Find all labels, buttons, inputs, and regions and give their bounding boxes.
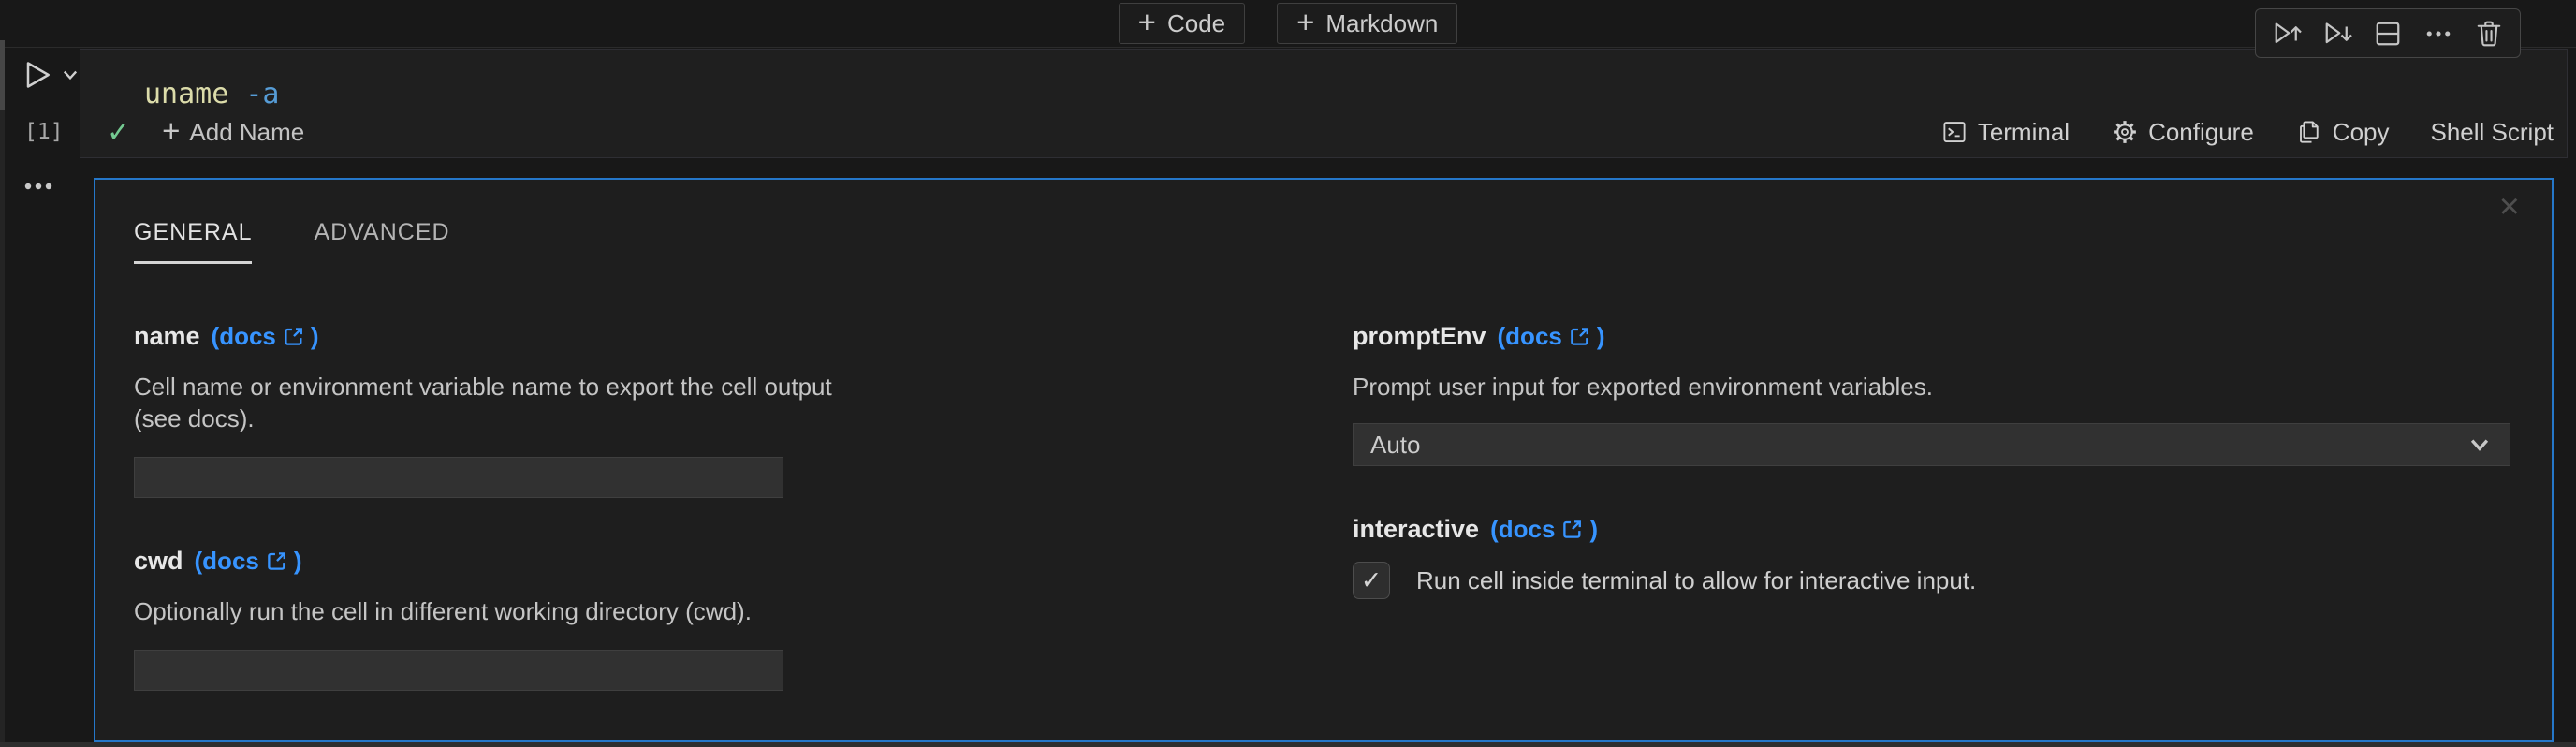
field-cwd: cwd (docs ) Optionally run the cell in d… (134, 545, 838, 691)
run-icon (19, 56, 56, 94)
interactive-checkbox-label: Run cell inside terminal to allow for in… (1416, 565, 1977, 594)
name-field-description: Cell name or environment variable name t… (134, 373, 832, 432)
name-input[interactable] (134, 457, 783, 498)
promptenv-field-label: promptEnv (1353, 321, 1486, 350)
run-cell-button[interactable] (19, 56, 80, 94)
cell-code-editor[interactable]: uname -a (144, 78, 280, 110)
execute-above-button[interactable] (2263, 13, 2310, 54)
cwd-docs-link[interactable]: (docs ) (195, 547, 302, 576)
field-interactive: interactive (docs ) ✓ Run cell inside te… (1353, 513, 2510, 599)
checkmark-icon: ✓ (1360, 565, 1383, 594)
delete-cell-button[interactable] (2466, 13, 2512, 54)
execute-below-icon (2320, 17, 2354, 51)
execute-above-icon (2270, 17, 2304, 51)
terminal-label: Terminal (1977, 117, 2071, 146)
execution-count: [1] (24, 120, 64, 144)
chevron-down-icon (60, 65, 80, 85)
promptenv-select[interactable]: Auto (1353, 423, 2510, 466)
language-label: Shell Script (2430, 117, 2554, 146)
cwd-field-label: cwd (134, 546, 183, 575)
docs-link-close: ) (293, 546, 302, 575)
panel-column-left: name (docs ) Cell name or environment va… (134, 320, 838, 738)
field-promptenv: promptEnv (docs ) Prompt user input for … (1353, 320, 2510, 466)
add-code-button[interactable]: + Code (1118, 3, 1246, 44)
external-link-icon (1560, 518, 1584, 541)
promptenv-select-value: Auto (1370, 430, 1421, 459)
trash-icon (2472, 17, 2506, 51)
name-field-label: name (134, 321, 200, 350)
chevron-down-icon (2466, 432, 2493, 458)
cell-status-actions: Terminal Configure Copy Shell Script (1940, 118, 2554, 147)
code-command: uname (144, 78, 229, 110)
plus-icon: + (1137, 4, 1156, 39)
interactive-checkbox[interactable]: ✓ (1353, 562, 1390, 599)
tab-advanced[interactable]: ADVANCED (314, 219, 449, 264)
plus-icon: + (162, 112, 181, 148)
interactive-checkbox-row: ✓ Run cell inside terminal to allow for … (1353, 562, 2510, 599)
cwd-input[interactable] (134, 650, 783, 691)
copy-label: Copy (2332, 117, 2390, 146)
docs-link-close: ) (310, 321, 319, 350)
promptenv-field-description: Prompt user input for exported environme… (1353, 373, 1933, 401)
copy-button[interactable]: Copy (2295, 118, 2390, 147)
more-actions-button[interactable] (2415, 13, 2462, 54)
split-cell-button[interactable] (2364, 13, 2411, 54)
more-actions-icon (2422, 17, 2455, 51)
code-flag: -a (228, 78, 280, 110)
configure-label: Configure (2148, 117, 2254, 146)
panel-column-right: promptEnv (docs ) Prompt user input for … (1353, 320, 2510, 646)
bottom-edge-strip (0, 742, 2576, 747)
cell-configure-panel: × GENERAL ADVANCED name (docs ) Cell nam… (94, 178, 2554, 742)
add-markdown-label: Markdown (1325, 8, 1439, 37)
below-cell-more-actions-icon[interactable] (22, 176, 54, 197)
interactive-docs-link[interactable]: (docs ) (1490, 515, 1598, 544)
terminal-icon (1940, 118, 1969, 146)
gear-icon (2111, 118, 2139, 146)
cwd-field-description: Optionally run the cell in different wor… (134, 597, 752, 625)
close-icon[interactable]: × (2499, 189, 2520, 225)
add-code-label: Code (1166, 8, 1226, 37)
notebook-cell: uname -a ✓ + Add Name Terminal Configure… (80, 49, 2568, 158)
name-docs-link[interactable]: (docs ) (212, 322, 319, 351)
field-name: name (docs ) Cell name or environment va… (134, 320, 838, 498)
docs-link-open: (docs (1490, 514, 1556, 543)
scrollbar-track[interactable] (0, 40, 5, 747)
add-markdown-button[interactable]: + Markdown (1277, 3, 1458, 44)
notebook-toolbar: + Code + Markdown (0, 0, 2576, 48)
plus-icon: + (1296, 4, 1315, 39)
scrollbar-thumb[interactable] (0, 40, 5, 110)
cell-action-toolbar (2255, 8, 2521, 58)
external-link-icon (1568, 325, 1591, 348)
external-link-icon (265, 549, 288, 573)
terminal-button[interactable]: Terminal (1940, 118, 2070, 147)
docs-link-open: (docs (1497, 321, 1562, 350)
cell-status-bar: ✓ + Add Name Terminal Configure Copy She… (80, 110, 2567, 157)
interactive-field-label: interactive (1353, 514, 1480, 543)
docs-link-close: ) (1589, 514, 1599, 543)
success-check-icon: ✓ (107, 116, 131, 148)
configure-button[interactable]: Configure (2111, 118, 2254, 147)
copy-icon (2295, 118, 2323, 146)
execute-below-button[interactable] (2314, 13, 2361, 54)
promptenv-docs-link[interactable]: (docs ) (1498, 322, 1605, 351)
tab-general[interactable]: GENERAL (134, 219, 253, 264)
docs-link-close: ) (1596, 321, 1605, 350)
docs-link-open: (docs (194, 546, 259, 575)
language-picker-button[interactable]: Shell Script (2431, 118, 2554, 147)
docs-link-open: (docs (211, 321, 276, 350)
split-cell-icon (2371, 17, 2405, 51)
external-link-icon (282, 325, 305, 348)
add-name-label: Add Name (189, 117, 305, 146)
panel-tabs: GENERAL ADVANCED (134, 219, 450, 264)
add-name-button[interactable]: + Add Name (162, 112, 305, 148)
